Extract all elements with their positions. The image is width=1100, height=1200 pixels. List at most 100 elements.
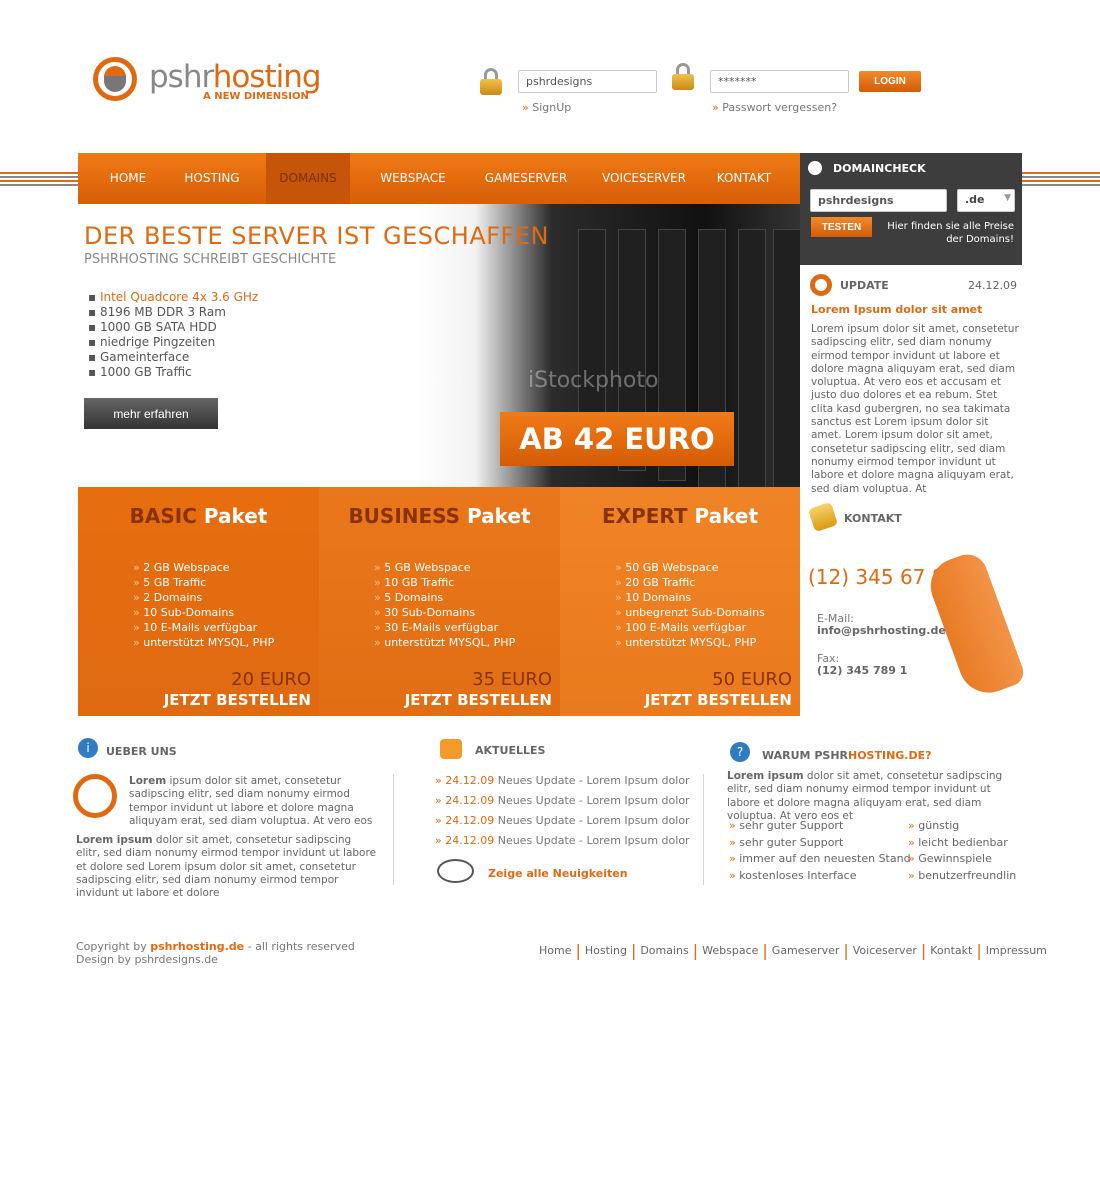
about-lead: Lorem ipsum dolor sit amet, consetetur s… (129, 775, 373, 827)
footer-link-domains[interactable]: Domains (640, 944, 688, 957)
feature-item: Gameinterface (88, 350, 258, 365)
benefit-item: » kostenloses Interface (729, 869, 857, 883)
package-business[interactable]: BUSINESS Paket 5 GB Webspace10 GB Traffi… (319, 487, 560, 716)
package-title: BASIC Paket (129, 504, 268, 528)
about-logo-icon (73, 774, 117, 818)
news-title: AKTUELLES (475, 744, 546, 757)
order-button[interactable]: JETZT BESTELLEN (164, 691, 311, 709)
nav-voiceserver[interactable]: VOICESERVER (594, 153, 694, 204)
why-list-right: » günstig » leicht bedienbar » Gewinnspi… (908, 818, 1016, 885)
nav-kontakt[interactable]: KONTAKT (708, 153, 780, 204)
contact-title: KONTAKT (844, 512, 902, 525)
password-lock-icon (672, 63, 694, 91)
design-credit: Design by pshrdesigns.de (76, 952, 218, 966)
nav-webspace[interactable]: WEBSPACE (370, 153, 456, 204)
tld-select[interactable]: .de ▼ (957, 189, 1015, 212)
password-input[interactable] (710, 70, 849, 93)
benefit-item: » günstig (908, 819, 960, 832)
logo-tagline: A NEW DIMENSION (203, 91, 309, 102)
signup-link[interactable]: SignUp (522, 101, 571, 114)
price-badge[interactable]: AB 42 EURO (500, 412, 734, 466)
refresh-icon (810, 274, 832, 296)
hero-title: DER BESTE SERVER IST GESCHAFFEN (84, 222, 549, 250)
package-expert[interactable]: EXPERT Paket 50 GB Webspace20 GB Traffic… (560, 487, 800, 716)
update-headline[interactable]: Lorem Ipsum dolor sit amet (811, 303, 982, 316)
contact-email-link[interactable]: info@pshrhosting.de (817, 624, 946, 637)
decor-stripe-left (0, 170, 78, 186)
why-title: WARUM PSHRHOSTING.DE? (762, 749, 932, 762)
decor-stripe-right (1022, 170, 1100, 186)
package-price: 50 EURO (712, 669, 792, 690)
divider (703, 774, 704, 885)
user-lock-icon (480, 68, 502, 96)
about-title: UEBER UNS (106, 745, 177, 758)
footer-link-hosting[interactable]: Hosting (585, 944, 627, 957)
nav-domains[interactable]: DOMAINS (266, 153, 350, 204)
footer-link-kontakt[interactable]: Kontakt (930, 944, 972, 957)
rss-icon (440, 739, 462, 759)
sidebar: UPDATE 24.12.09 Lorem Ipsum dolor sit am… (800, 265, 1028, 716)
footer-link-impressum[interactable]: Impressum (986, 944, 1047, 957)
show-all-news-link[interactable]: Zeige alle Neuigkeiten (488, 867, 628, 880)
nav-gameserver[interactable]: GAMESERVER (478, 153, 574, 204)
test-domain-button[interactable]: TESTEN (811, 217, 872, 237)
copyright-site-link[interactable]: pshrhosting.de (150, 940, 244, 953)
package-price: 35 EURO (472, 669, 552, 690)
order-button[interactable]: JETZT BESTELLEN (645, 691, 792, 709)
footer-link-gameserver[interactable]: Gameserver (772, 944, 840, 957)
domain-input[interactable] (810, 189, 947, 212)
package-basic[interactable]: BASIC Paket 2 GB Webspace5 GB Traffic2 D… (78, 487, 319, 716)
benefit-item: » sehr guter Support (729, 835, 844, 849)
username-input[interactable] (518, 70, 657, 93)
more-info-button[interactable]: mehr erfahren (84, 398, 218, 429)
package-title: EXPERT Paket (601, 504, 759, 528)
watermark: iStockphoto (528, 368, 659, 393)
benefit-item: » sehr guter Support (729, 819, 844, 832)
why-lead: Lorem ipsum dolor sit amet, consetetur s… (727, 770, 1003, 822)
update-title: UPDATE (840, 279, 889, 292)
feature-list: Intel Quadcore 4x 3.6 GHz 8196 MB DDR 3 … (88, 290, 258, 380)
domaincheck-box: DOMAINCHECK .de ▼ TESTEN Hier finden sie… (800, 153, 1022, 265)
package-feature-list: 50 GB Webspace20 GB Traffic10 Domainsunb… (615, 560, 765, 650)
contact-fax: (12) 345 789 1 (817, 664, 908, 677)
help-icon: ? (730, 742, 750, 762)
news-item[interactable]: » 24.12.09 Neues Update - Lorem Ipsum do… (435, 831, 690, 851)
feature-item: 1000 GB SATA HDD (88, 320, 258, 335)
benefit-item: » benutzerfreundlin (908, 869, 1017, 883)
benefit-item: » immer auf den neuesten Stand (729, 852, 911, 866)
footer-nav: Home | Hosting | Domains | Webspace | Gamese… (539, 941, 1047, 960)
feature-item: 8196 MB DDR 3 Ram (88, 305, 258, 320)
benefit-item: » leicht bedienbar (908, 835, 1008, 849)
update-body: Lorem ipsum dolor sit amet, consetetur s… (811, 323, 1019, 495)
glasses-icon (437, 859, 474, 883)
logo-wordmark: pshrhosting (149, 59, 322, 95)
footer-link-home[interactable]: Home (539, 944, 571, 957)
package-feature-list: 2 GB Webspace5 GB Traffic2 Domains10 Sub… (133, 560, 274, 650)
info-icon: i (78, 738, 98, 758)
domain-price-link[interactable]: Hier finden sie alle Preise der Domains! (878, 220, 1014, 246)
contact-phone: (12) 345 67 8 (808, 565, 945, 589)
login-button[interactable]: LOGIN (859, 71, 921, 92)
site-logo[interactable]: pshrhosting A NEW DIMENSION (93, 57, 323, 107)
main-nav: HOME HOSTING DOMAINS WEBSPACE GAMESERVER… (78, 153, 800, 204)
order-button[interactable]: JETZT BESTELLEN (405, 691, 552, 709)
package-price: 20 EURO (231, 669, 311, 690)
divider (393, 774, 394, 885)
news-item[interactable]: » 24.12.09 Neues Update - Lorem Ipsum do… (435, 811, 690, 831)
news-item[interactable]: » 24.12.09 Neues Update - Lorem Ipsum do… (435, 791, 690, 811)
update-date: 24.12.09 (968, 279, 1017, 292)
footer-link-webspace[interactable]: Webspace (702, 944, 758, 957)
why-list-left: » sehr guter Support » sehr guter Suppor… (729, 818, 911, 885)
feature-item: 1000 GB Traffic (88, 365, 258, 380)
nav-hosting[interactable]: HOSTING (174, 153, 250, 204)
nav-home[interactable]: HOME (96, 153, 160, 204)
contact-icon (807, 501, 839, 533)
benefit-item: » Gewinnspiele (908, 852, 992, 866)
news-item[interactable]: » 24.12.09 Neues Update - Lorem Ipsum do… (435, 771, 690, 791)
forgot-password-link[interactable]: Passwort vergessen? (712, 101, 837, 114)
feature-item: Intel Quadcore 4x 3.6 GHz (88, 290, 258, 305)
footer-link-voiceserver[interactable]: Voiceserver (853, 944, 917, 957)
package-title: BUSINESS Paket (348, 504, 531, 528)
search-icon (808, 161, 822, 175)
domaincheck-title: DOMAINCHECK (833, 162, 926, 175)
